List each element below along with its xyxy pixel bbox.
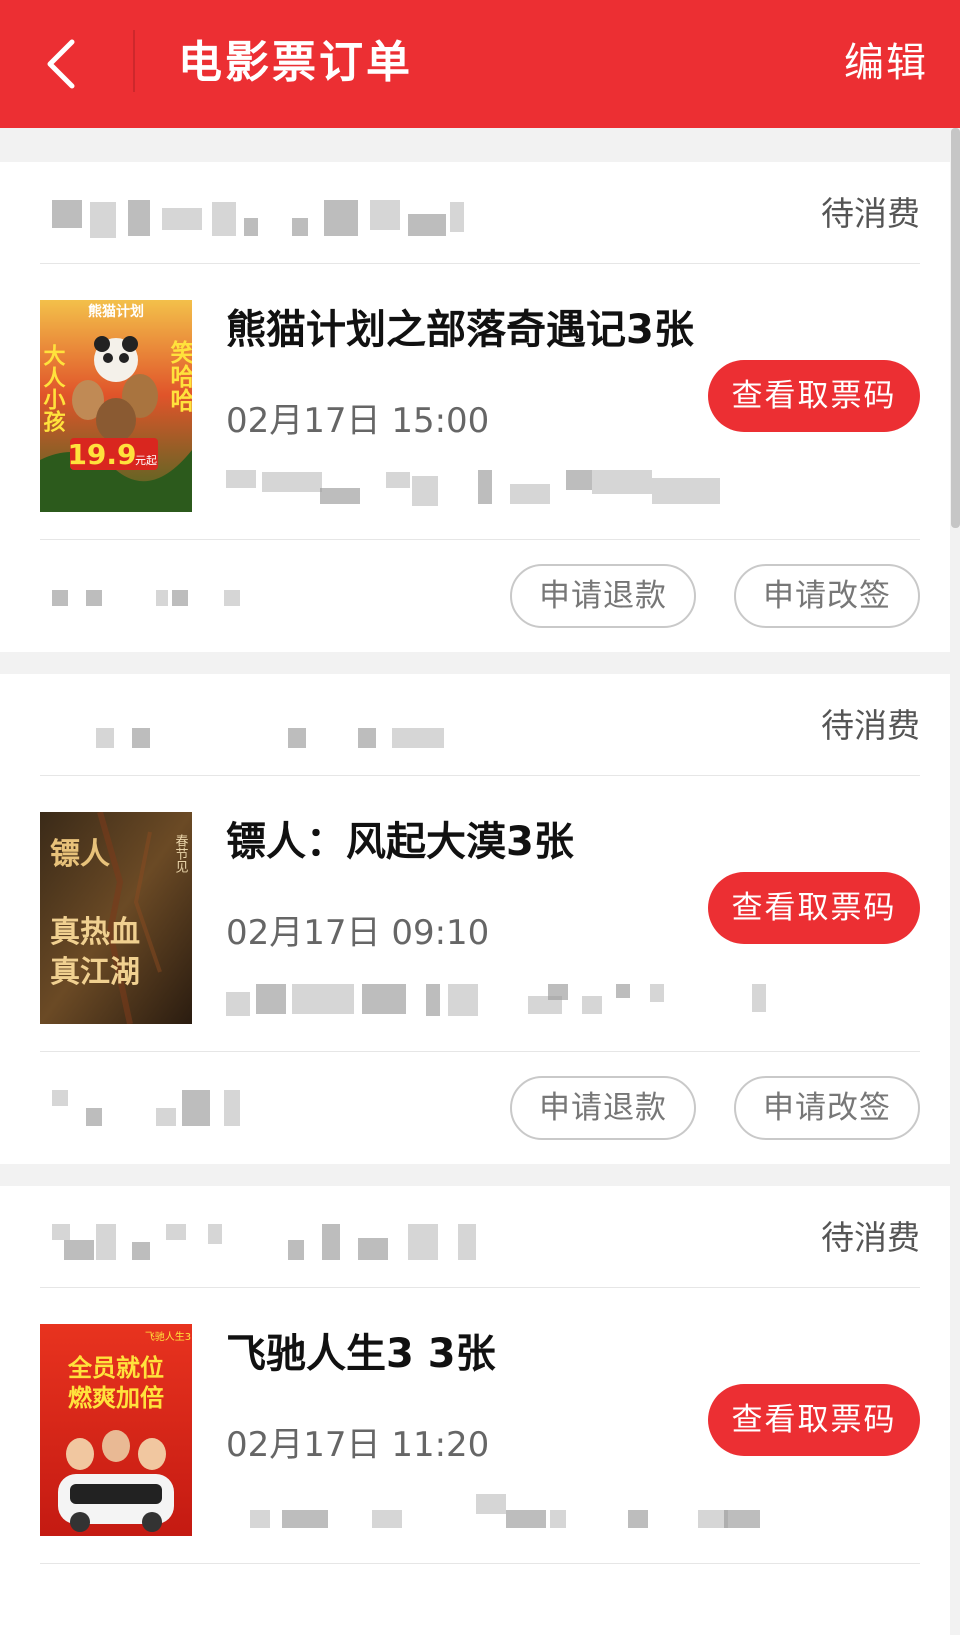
order-card-body[interactable]: 飞驰人生3 全员就位 燃爽加倍 飞驰人生3 3张 02月17日 11:20 查看… xyxy=(40,1288,920,1564)
order-status: 待消费 xyxy=(821,194,920,233)
request-change-button[interactable]: 申请改签 xyxy=(734,564,920,628)
order-card-body[interactable]: 熊猫计划 大人小孩 笑哈哈 19.9 元起 熊猫计划之部落奇遇记3张 02月17… xyxy=(40,264,920,540)
view-ticket-code-button[interactable]: 查看取票码 xyxy=(708,360,920,432)
order-card-header: 待消费 xyxy=(40,1186,920,1288)
movie-title: 镖人：风起大漠3张 xyxy=(226,819,574,865)
app-header: 电影票订单 编辑 xyxy=(0,0,960,128)
cinema-info-redacted xyxy=(226,982,766,1022)
svg-text:真热血: 真热血 xyxy=(50,915,140,950)
price-redacted xyxy=(52,578,252,618)
view-ticket-code-button[interactable]: 查看取票码 xyxy=(708,1384,920,1456)
svg-text:镖人: 镖人 xyxy=(50,837,110,872)
svg-text:真江湖: 真江湖 xyxy=(50,955,140,990)
order-card-body[interactable]: 春节见 镖人 真热血 真江湖 镖人：风起大漠3张 02月17日 09:10 查看… xyxy=(40,776,920,1052)
cinema-info-redacted xyxy=(226,1494,760,1534)
order-status: 待消费 xyxy=(821,706,920,745)
showtime: 02月17日 11:20 xyxy=(226,1425,490,1465)
svg-text:燃爽加倍: 燃爽加倍 xyxy=(68,1384,164,1412)
order-status: 待消费 xyxy=(821,1218,920,1257)
shop-name-redacted xyxy=(52,200,492,240)
svg-text:春节见: 春节见 xyxy=(173,834,189,874)
request-refund-button[interactable]: 申请退款 xyxy=(510,564,696,628)
movie-title: 飞驰人生3 3张 xyxy=(226,1331,496,1377)
page-title: 电影票订单 xyxy=(178,37,413,88)
svg-text:全员就位: 全员就位 xyxy=(67,1354,164,1382)
scrollbar[interactable] xyxy=(951,128,960,528)
svg-text:大人小孩: 大人小孩 xyxy=(40,344,66,433)
svg-text:元起: 元起 xyxy=(135,454,157,467)
request-change-button[interactable]: 申请改签 xyxy=(734,1076,920,1140)
chevron-left-icon xyxy=(47,39,75,89)
order-card-footer: 申请退款 申请改签 xyxy=(40,1052,920,1164)
cinema-info-redacted xyxy=(226,470,746,510)
price-redacted xyxy=(52,1090,252,1130)
svg-text:飞驰人生3: 飞驰人生3 xyxy=(145,1330,191,1343)
order-card-header: 待消费 xyxy=(40,162,920,264)
movie-title: 熊猫计划之部落奇遇记3张 xyxy=(226,307,694,353)
order-card: 待消费 飞驰人生3 全员就位 燃爽加倍 飞驰人生3 3张 02月17日 11:2… xyxy=(0,1186,950,1635)
order-card-header: 待消费 xyxy=(40,674,920,776)
showtime: 02月17日 15:00 xyxy=(226,401,490,441)
back-button[interactable] xyxy=(34,34,90,94)
order-list[interactable]: 待消费 熊猫计划 大人小孩 笑哈哈 19.9 元起 熊猫计划之部落奇遇记3张 0… xyxy=(0,128,950,1635)
svg-text:19.9: 19.9 xyxy=(67,438,136,471)
order-card-footer: 申请退款 申请改签 xyxy=(40,540,920,652)
svg-text:笑哈哈: 笑哈哈 xyxy=(166,339,192,412)
svg-text:熊猫计划: 熊猫计划 xyxy=(88,303,144,320)
header-divider xyxy=(133,30,135,92)
movie-poster: 熊猫计划 大人小孩 笑哈哈 19.9 元起 xyxy=(40,300,192,512)
view-ticket-code-button[interactable]: 查看取票码 xyxy=(708,872,920,944)
shop-name-redacted xyxy=(52,712,492,752)
order-card: 待消费 春节见 镖人 真热血 真江湖 镖人：风起大漠3张 02月17日 09:1… xyxy=(0,674,950,1164)
showtime: 02月17日 09:10 xyxy=(226,913,490,953)
movie-poster: 春节见 镖人 真热血 真江湖 xyxy=(40,812,192,1024)
request-refund-button[interactable]: 申请退款 xyxy=(510,1076,696,1140)
edit-button[interactable]: 编辑 xyxy=(844,30,928,96)
movie-poster: 飞驰人生3 全员就位 燃爽加倍 xyxy=(40,1324,192,1536)
shop-name-redacted xyxy=(52,1224,492,1264)
order-card: 待消费 熊猫计划 大人小孩 笑哈哈 19.9 元起 熊猫计划之部落奇遇记3张 0… xyxy=(0,162,950,652)
